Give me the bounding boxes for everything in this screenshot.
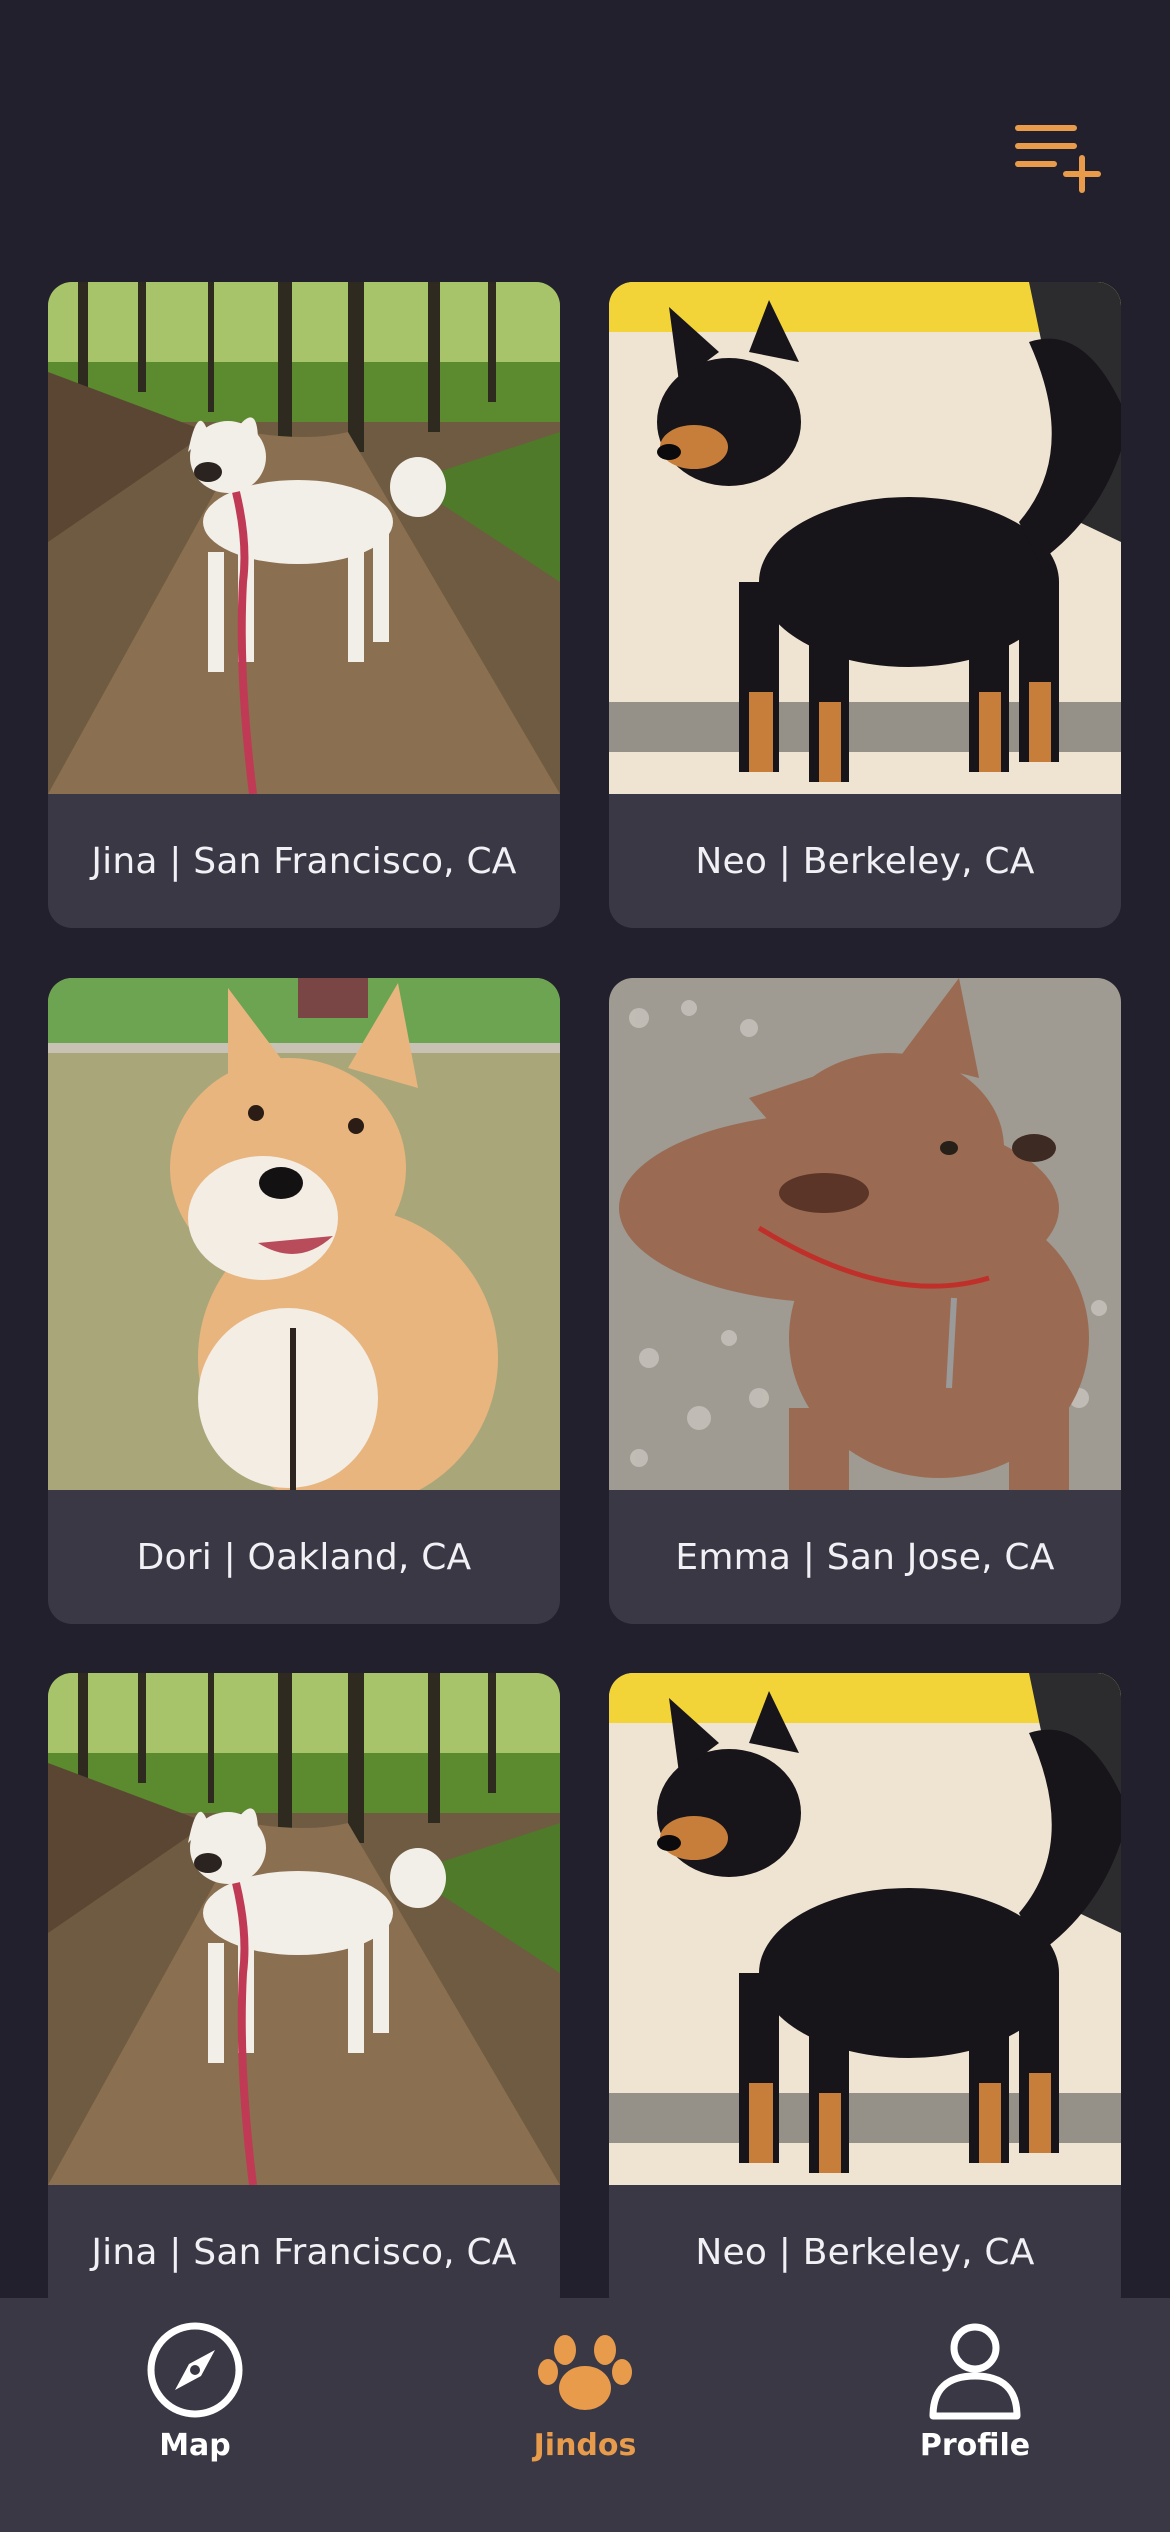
- dog-photo-red-grass: [48, 978, 560, 1490]
- dog-card[interactable]: Jina | San Francisco, CA: [48, 1673, 560, 2319]
- tab-label: Jindos: [533, 2428, 637, 2463]
- tab-label: Profile: [919, 2428, 1031, 2463]
- tab-map[interactable]: Map: [65, 2320, 325, 2500]
- dog-photo-brown-gravel: [609, 978, 1121, 1490]
- dog-photo-white-forest: [48, 1673, 560, 2185]
- dog-photo-white-forest: [48, 282, 560, 794]
- dog-card-label: Neo | Berkeley, CA: [695, 840, 1035, 882]
- dog-card-label: Jina | San Francisco, CA: [91, 840, 517, 882]
- dog-card[interactable]: Emma | San Jose, CA: [609, 978, 1121, 1624]
- dog-card[interactable]: Neo | Berkeley, CA: [609, 1673, 1121, 2319]
- tab-label: Map: [159, 2428, 231, 2463]
- tab-profile[interactable]: Profile: [845, 2320, 1105, 2500]
- paw-icon: [538, 2335, 632, 2410]
- dog-card[interactable]: Dori | Oakland, CA: [48, 978, 560, 1624]
- dog-card-label: Dori | Oakland, CA: [136, 1536, 472, 1578]
- dog-grid: Jina | San Francisco, CA Neo | Berkeley,…: [0, 0, 1170, 2532]
- person-icon: [929, 2323, 1021, 2420]
- dog-card-label: Emma | San Jose, CA: [675, 1536, 1055, 1578]
- dog-photo-black-tan: [609, 1673, 1121, 2185]
- compass-icon: [147, 2322, 243, 2418]
- dog-card[interactable]: Neo | Berkeley, CA: [609, 282, 1121, 928]
- tab-bar: Map Jindos Profile: [0, 2298, 1170, 2532]
- dog-photo-black-tan: [609, 282, 1121, 794]
- tab-jindos[interactable]: Jindos: [455, 2320, 715, 2500]
- dog-card[interactable]: Jina | San Francisco, CA: [48, 282, 560, 928]
